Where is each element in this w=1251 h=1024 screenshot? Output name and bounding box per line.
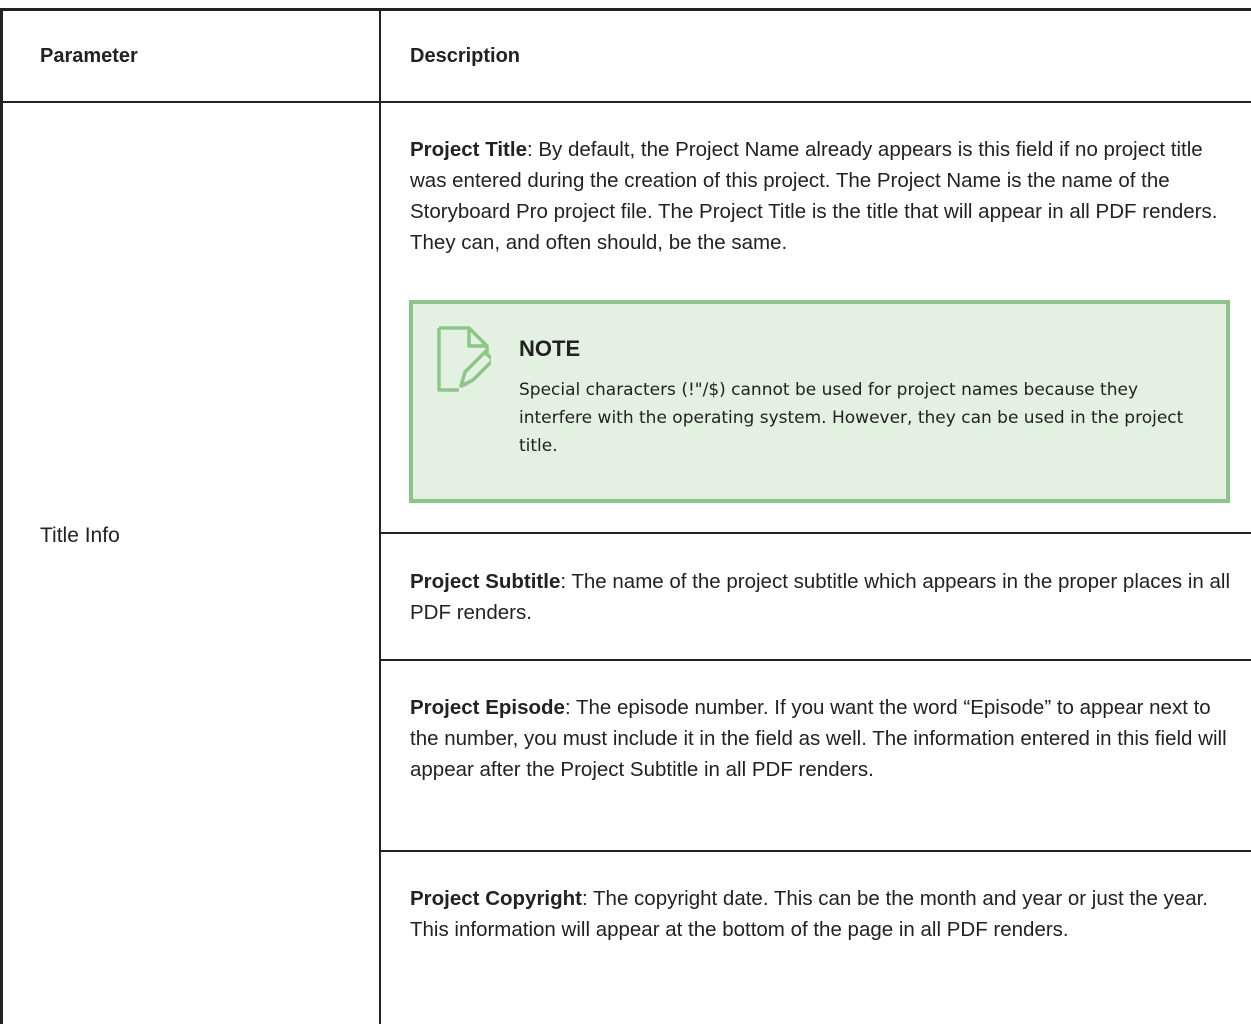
header-divider (0, 101, 1251, 103)
row-divider-3 (379, 850, 1251, 852)
description-item-project-title: Project Title: By default, the Project N… (410, 134, 1240, 258)
table-top-border (0, 8, 1251, 11)
text-project-title: : By default, the Project Name already a… (410, 138, 1218, 254)
parameter-title-info: Title Info (40, 524, 120, 547)
table-left-border (0, 8, 3, 1024)
description-item-project-episode: Project Episode: The episode number. If … (410, 692, 1240, 785)
term-project-title: Project Title (410, 138, 527, 161)
row-divider-2 (379, 659, 1251, 661)
note-title: NOTE (519, 336, 581, 361)
term-project-subtitle: Project Subtitle (410, 570, 561, 593)
note-text: Special characters (!"/$) cannot be used… (519, 380, 1184, 456)
term-project-episode: Project Episode (410, 696, 565, 719)
row-divider-1 (379, 532, 1251, 534)
description-item-project-subtitle: Project Subtitle: The name of the projec… (410, 566, 1240, 628)
description-item-project-copyright: Project Copyright: The copyright date. T… (410, 883, 1240, 945)
term-project-copyright: Project Copyright (410, 887, 582, 910)
note-callout: NOTE Special characters (!"/$) cannot be… (409, 300, 1230, 503)
column-divider (379, 8, 381, 1024)
header-parameter: Parameter (40, 45, 138, 67)
note-edit-icon (437, 326, 491, 392)
header-description: Description (410, 45, 521, 67)
parameter-table: Parameter Description Title Info Project… (0, 0, 1251, 1024)
